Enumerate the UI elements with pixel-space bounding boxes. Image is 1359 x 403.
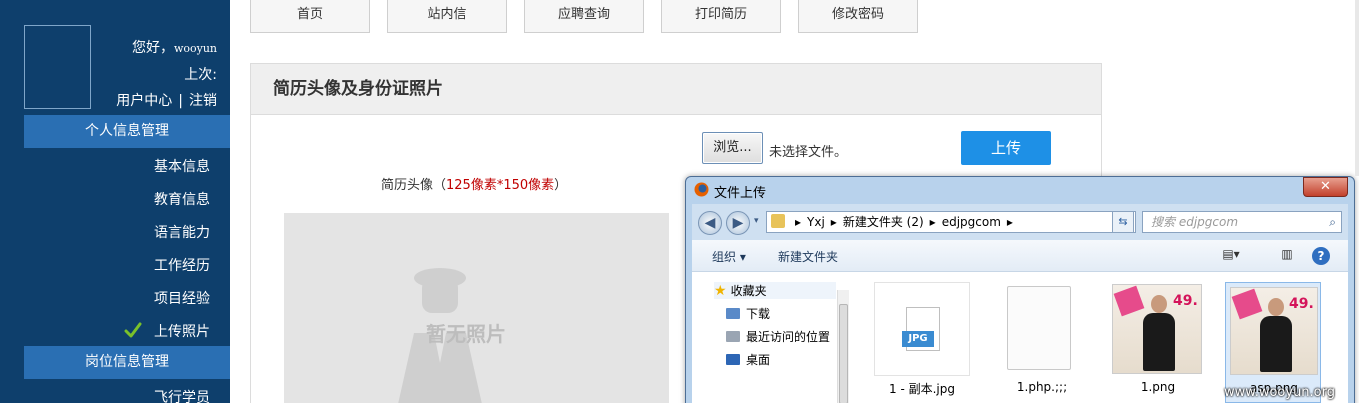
tab-home[interactable]: 首页 bbox=[250, 0, 370, 33]
close-button[interactable]: ✕ bbox=[1303, 177, 1348, 197]
checkmark-icon bbox=[124, 322, 142, 338]
dialog-toolbar: 组织 ▾ 新建文件夹 ▤▾ ▥ ? bbox=[692, 240, 1348, 272]
photo-placeholder bbox=[284, 213, 669, 403]
path-segment-edjpgcom[interactable]: edjpgcom bbox=[942, 215, 1001, 229]
sidebar-item-upload-photo[interactable]: 上传照片 bbox=[154, 321, 210, 341]
sidebar-item-basic-info[interactable]: 基本信息 bbox=[154, 156, 210, 176]
path-segment-new-folder[interactable]: 新建文件夹 (2) bbox=[843, 215, 924, 229]
thumb-dress bbox=[1143, 313, 1175, 371]
pilot-silhouette-icon bbox=[398, 268, 482, 403]
logout-link[interactable]: 注销 bbox=[189, 93, 217, 109]
scrollbar-thumb[interactable] bbox=[839, 304, 848, 403]
preview-pane-icon[interactable]: ▥ bbox=[1278, 247, 1296, 263]
organize-menu[interactable]: 组织 ▾ bbox=[712, 248, 746, 265]
thumb-price: 49. bbox=[1289, 296, 1314, 312]
tab-print-resume[interactable]: 打印简历 bbox=[661, 0, 781, 33]
view-options-icon[interactable]: ▤▾ bbox=[1222, 247, 1240, 263]
jpg-file-icon: JPG bbox=[874, 282, 970, 376]
photo-label: 简历头像（125像素*150像素） bbox=[381, 174, 567, 193]
recent-dropdown-icon[interactable]: ▾ bbox=[754, 216, 759, 226]
nav-recent-label: 最近访问的位置 bbox=[746, 330, 831, 344]
upload-button[interactable]: 上传 bbox=[961, 131, 1051, 165]
download-folder-icon bbox=[726, 308, 740, 319]
thumb-head bbox=[1268, 298, 1284, 316]
photo-label-close: ） bbox=[554, 178, 568, 193]
blank-file-icon bbox=[994, 282, 1090, 376]
sidebar-item-projects[interactable]: 项目经验 bbox=[154, 288, 210, 308]
path-segment-yxj[interactable]: Yxj bbox=[807, 215, 825, 229]
forward-icon[interactable]: ▶ bbox=[726, 211, 750, 235]
firefox-icon bbox=[694, 182, 709, 197]
user-center-link[interactable]: 用户中心 bbox=[116, 93, 172, 109]
watermark: www.wooyun.org bbox=[1224, 385, 1336, 400]
photo-thumbnail: 49. bbox=[1230, 287, 1318, 375]
thumb-head bbox=[1151, 295, 1167, 313]
dialog-title: 文件上传 bbox=[714, 186, 767, 201]
photo-thumbnail: 49. bbox=[1112, 284, 1202, 374]
new-folder-button[interactable]: 新建文件夹 bbox=[778, 248, 838, 265]
refresh-icon[interactable]: ⇆ bbox=[1112, 211, 1134, 233]
sidebar: 您好，wooyun 上次: 用户中心 | 注销 个人信息管理 基本信息 教育信息 语… bbox=[0, 0, 230, 403]
folder-icon bbox=[771, 214, 785, 228]
tab-change-password[interactable]: 修改密码 bbox=[798, 0, 918, 33]
nav-recent[interactable]: 最近访问的位置 bbox=[726, 328, 830, 345]
section-personal-info[interactable]: 个人信息管理 bbox=[24, 115, 230, 148]
help-icon[interactable]: ? bbox=[1312, 247, 1330, 265]
no-photo-text: 暂无照片 bbox=[426, 322, 506, 346]
greeting-text: 您好， bbox=[131, 40, 174, 56]
nav-favorites[interactable]: ★ 收藏夹 bbox=[714, 282, 836, 299]
address-row: ◀ ▶ ▾ ▸Yxj▸新建文件夹 (2)▸edjpgcom▸ ▼ ⇆ 搜索 ed… bbox=[692, 204, 1348, 240]
back-icon[interactable]: ◀ bbox=[698, 211, 722, 235]
blank-document-shape bbox=[1007, 286, 1071, 370]
thumb-badge bbox=[1113, 285, 1145, 317]
nav-favorites-label: 收藏夹 bbox=[730, 284, 767, 298]
image-thumbnail: 49. bbox=[1110, 282, 1206, 376]
panel-title: 简历头像及身份证照片 bbox=[251, 64, 1101, 115]
thumb-dress bbox=[1260, 316, 1292, 372]
recent-places-icon bbox=[726, 331, 740, 342]
sidebar-item-language[interactable]: 语言能力 bbox=[154, 222, 210, 242]
photo-size-hint: 125像素*150像素 bbox=[446, 178, 555, 193]
nav-desktop[interactable]: 桌面 bbox=[726, 351, 770, 368]
nav-pane-scrollbar[interactable] bbox=[837, 290, 849, 403]
file-name: 1.png bbox=[1140, 380, 1176, 394]
page-scrollbar[interactable] bbox=[1355, 0, 1359, 176]
sidebar-item-flight-trainee[interactable]: 飞行学员 bbox=[154, 387, 210, 403]
avatar bbox=[24, 25, 91, 109]
nav-downloads-label: 下载 bbox=[746, 307, 771, 321]
last-login-label: 上次: bbox=[184, 67, 217, 83]
browse-button[interactable]: 浏览... bbox=[702, 132, 763, 164]
search-placeholder: 搜索 edjpgcom bbox=[1151, 215, 1239, 229]
thumb-badge bbox=[1231, 288, 1263, 320]
username: wooyun bbox=[173, 42, 217, 55]
photo-label-text: 简历头像（ bbox=[381, 178, 447, 193]
jpg-badge: JPG bbox=[902, 331, 934, 347]
search-icon: ⌕ bbox=[1329, 215, 1336, 229]
tab-application-query[interactable]: 应聘查询 bbox=[524, 0, 644, 33]
thumb-price: 49. bbox=[1173, 293, 1198, 309]
user-greeting: 您好，wooyun 上次: 用户中心 | 注销 bbox=[116, 35, 217, 114]
nav-desktop-label: 桌面 bbox=[746, 353, 771, 367]
link-separator: | bbox=[178, 93, 183, 109]
address-bar[interactable]: ▸Yxj▸新建文件夹 (2)▸edjpgcom▸ ▼ bbox=[766, 211, 1136, 233]
desktop-icon bbox=[726, 354, 740, 365]
section-job-info[interactable]: 岗位信息管理 bbox=[24, 346, 230, 379]
no-file-text: 未选择文件。 bbox=[769, 145, 848, 160]
file-name: 1 - 副本.jpg bbox=[889, 382, 955, 396]
sidebar-item-education[interactable]: 教育信息 bbox=[154, 189, 210, 209]
search-input[interactable]: 搜索 edjpgcom ⌕ bbox=[1142, 211, 1342, 233]
image-thumbnail: 49. bbox=[1226, 283, 1322, 377]
star-icon: ★ bbox=[714, 283, 727, 299]
tab-messages[interactable]: 站内信 bbox=[387, 0, 507, 33]
nav-downloads[interactable]: 下载 bbox=[726, 305, 770, 322]
file-name: 1.php.;;; bbox=[1016, 380, 1068, 394]
sidebar-item-work-history[interactable]: 工作经历 bbox=[154, 255, 210, 275]
navigation-pane: ★ 收藏夹 下载 最近访问的位置 桌面 bbox=[692, 272, 850, 403]
